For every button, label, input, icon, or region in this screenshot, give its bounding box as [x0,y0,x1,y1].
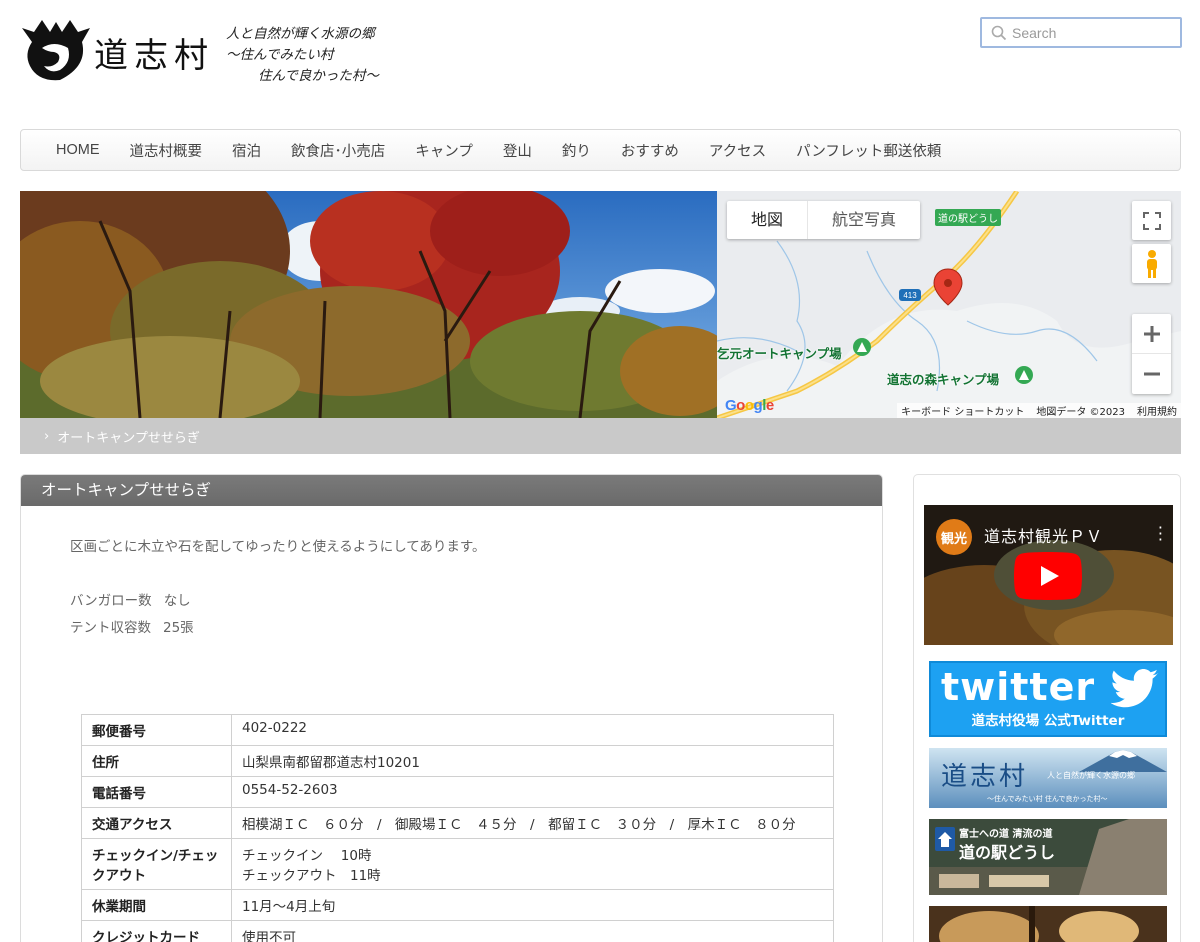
google-logo[interactable]: Google [725,397,774,414]
map-attribution: キーボード ショートカット 地図データ ©2023 利用規約 [897,403,1181,418]
table-row: クレジットカード 使用不可 [81,920,834,942]
table-row: 電話番号 0554-52-2603 [81,776,834,808]
zoom-out-button[interactable] [1132,354,1171,394]
twitter-bird-icon [1111,669,1159,708]
plus-icon [1143,325,1160,342]
search-box[interactable] [980,17,1182,48]
table-value: 使用不可 [231,920,834,942]
minus-icon [1143,372,1160,376]
table-value: チェックイン 10時 チェックアウト 11時 [231,838,834,890]
logo-name: 道志村 [94,36,214,76]
breadcrumb: › オートキャンプせせらぎ [20,418,1181,454]
banner-subtitle: ～住んでみたい村 住んで良かった村～ [987,795,1108,803]
table-key: 住所 [81,745,232,777]
nav-hiking[interactable]: 登山 [488,140,547,161]
hero-image [20,191,717,418]
doshi-village-banner[interactable]: 道志村 人と自然が輝く水源の郷 ～住んでみたい村 住んで良かった村～ [929,748,1167,808]
map-type-map-button[interactable]: 地図 [727,201,807,239]
michinoeki-name: 道の駅どうし [959,843,1056,862]
page-title: オートキャンプせせらぎ [21,475,882,506]
terms-link[interactable]: 利用規約 [1137,403,1177,418]
video-title[interactable]: 道志村観光ＰＶ [984,523,1103,547]
table-key: 電話番号 [81,776,232,808]
table-row: チェックイン/チェックアウト チェックイン 10時 チェックアウト 11時 [81,838,834,890]
table-row: 交通アクセス 相模湖ＩＣ ６０分 / 御殿場ＩＣ ４５分 / 都留ＩＣ ３０分 … [81,807,834,839]
table-key: チェックイン/チェックアウト [81,838,232,890]
map-data-text: 地図データ ©2023 [1036,407,1125,418]
sidebar-photo-banner[interactable] [929,906,1167,942]
nav-fishing[interactable]: 釣り [547,140,606,161]
nav-overview[interactable]: 道志村概要 [115,140,218,161]
table-row: 郵便番号 402-0222 [81,714,834,746]
nav-home[interactable]: HOME [41,142,115,158]
table-value: 相模湖ＩＣ ６０分 / 御殿場ＩＣ ４５分 / 都留ＩＣ ３０分 / 厚木ＩＣ … [231,807,834,839]
zoom-in-button[interactable] [1132,314,1171,354]
zoom-control [1132,314,1171,394]
main-nav: HOME 道志村概要 宿泊 飲食店･小売店 キャンプ 登山 釣り おすすめ アク… [20,129,1181,171]
table-value: 11月～4月上旬 [231,889,834,921]
street-view-button[interactable] [1132,244,1171,283]
nav-pamphlet[interactable]: パンフレット郵送依頼 [781,140,956,161]
twitter-banner[interactable]: twitter 道志村役場 公式Twitter [929,661,1167,737]
camp-icon [853,338,871,356]
page-description: 区画ごとに木立や石を配してゆったりと使えるようにしてあります。 [70,539,486,555]
logo-tagline: 人と自然が輝く水源の郷 ～住んでみたい村 住んで良かった村～ [226,26,379,84]
spec-bungalows: バンガロー数 なし [70,593,191,609]
map-label-campsite[interactable]: 乞元オートキャンプ場 [717,343,842,362]
interior-photo [929,906,1167,942]
search-icon [991,25,1007,40]
table-row: 休業期間 11月～4月上旬 [81,889,834,921]
michinoeki-tagline: 富士への道 清流の道 [959,829,1053,840]
mount-fuji-icon [1079,750,1167,772]
table-value: 山梨県南都留郡道志村10201 [231,745,834,777]
table-row: 住所 山梨県南都留郡道志村10201 [81,745,834,777]
fullscreen-button[interactable] [1132,201,1171,240]
nav-access[interactable]: アクセス [694,140,781,161]
play-button-icon[interactable] [1014,552,1082,600]
facility-info-table: 郵便番号 402-0222 住所 山梨県南都留郡道志村10201 電話番号 05… [81,714,834,942]
autumn-forest-photo [20,191,717,418]
channel-badge[interactable]: 観光 [936,519,972,555]
more-options-icon[interactable]: · · · [1158,520,1163,548]
table-key: クレジットカード [81,920,232,942]
pegman-icon [1146,249,1157,278]
village-emblem-icon [22,20,90,81]
nav-restaurants[interactable]: 飲食店･小売店 [276,140,400,161]
banner-village-name: 道志村 [941,762,1029,792]
table-key: 交通アクセス [81,807,232,839]
map-label-campsite[interactable]: 道志の森キャンプ場 [887,369,999,388]
michinoeki-label[interactable]: 道の駅どうし [935,209,1001,226]
table-key: 休業期間 [81,889,232,921]
banner-tagline: 人と自然が輝く水源の郷 [1047,771,1135,780]
google-map[interactable]: 413 地図 航空写真 道の駅どうし 乞元オートキャンプ場 道志の森キャンプ場 … [717,191,1181,418]
keyboard-shortcuts-link[interactable]: キーボード ショートカット [901,403,1024,418]
content-panel: オートキャンプせせらぎ 区画ごとに木立や石を配してゆったりと使えるようにしてあり… [20,474,883,942]
spec-tents: テント収容数 25張 [70,620,194,636]
chevron-right-icon: › [44,428,50,444]
breadcrumb-current[interactable]: オートキャンプせせらぎ [57,427,200,446]
camp-icon [1015,366,1033,384]
roadside-station-icon [935,827,955,851]
table-value: 402-0222 [231,714,834,746]
fullscreen-icon [1142,211,1161,230]
route-shield: 413 [903,291,917,300]
map-type-control: 地図 航空写真 [727,201,921,239]
nav-recommended[interactable]: おすすめ [606,140,694,161]
sidebar: 観光 道志村観光ＰＶ · · · twitter 道志村役場 公式Twitter 道… [913,474,1181,942]
search-input[interactable] [1012,24,1172,41]
youtube-video-embed[interactable]: 観光 道志村観光ＰＶ · · · [924,505,1173,645]
site-logo[interactable]: 道志村 人と自然が輝く水源の郷 ～住んでみたい村 住んで良かった村～ [20,14,420,94]
michinoeki-banner[interactable]: 富士への道 清流の道 道の駅どうし [929,819,1167,895]
nav-lodging[interactable]: 宿泊 [217,140,276,161]
table-key: 郵便番号 [81,714,232,746]
map-type-aerial-button[interactable]: 航空写真 [807,201,920,239]
twitter-subtitle: 道志村役場 公式Twitter [971,713,1125,729]
twitter-wordmark: twitter [941,665,1096,709]
nav-camping[interactable]: キャンプ [400,140,488,161]
table-value: 0554-52-2603 [231,776,834,808]
